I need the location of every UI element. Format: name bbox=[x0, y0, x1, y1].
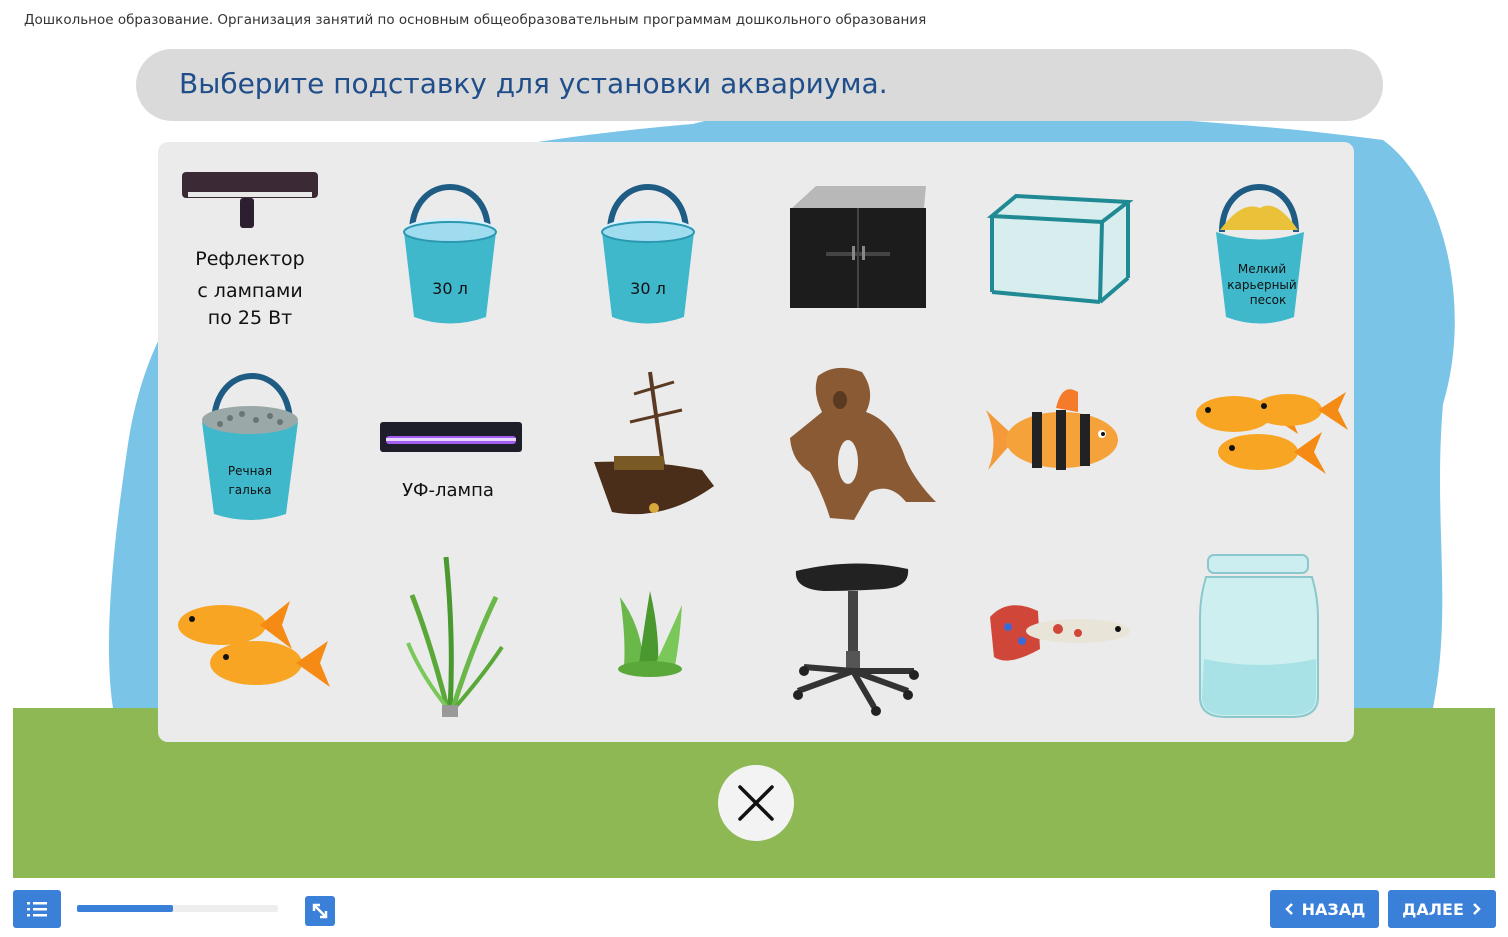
expand-button[interactable] bbox=[305, 896, 335, 926]
item-goldfish-group-1[interactable] bbox=[1170, 352, 1350, 532]
office-stool-icon bbox=[793, 563, 919, 716]
item-small-plant[interactable] bbox=[564, 547, 744, 727]
guppy-fish-icon bbox=[990, 605, 1130, 661]
progress-bar bbox=[77, 905, 278, 912]
question-text: Выберите подставку для установки аквариу… bbox=[179, 67, 888, 100]
chevron-left-icon bbox=[1284, 903, 1293, 915]
item-office-stool[interactable] bbox=[764, 547, 944, 727]
item-cabinet-stand[interactable] bbox=[768, 152, 948, 332]
water-bucket-2-label: 30 л bbox=[630, 279, 666, 298]
back-button[interactable]: НАЗАД bbox=[1270, 890, 1379, 928]
course-title: Дошкольное образование. Организация заня… bbox=[24, 12, 927, 28]
question-banner: Выберите подставку для установки аквариу… bbox=[136, 49, 1383, 121]
item-pebble-bucket[interactable]: Речная галька bbox=[160, 342, 340, 522]
close-button[interactable] bbox=[718, 765, 794, 841]
toc-button[interactable] bbox=[13, 890, 61, 928]
chevron-right-icon bbox=[1473, 903, 1481, 915]
list-icon bbox=[27, 902, 47, 917]
water-bucket-icon bbox=[403, 184, 497, 324]
aquarium-tank-icon bbox=[986, 193, 1134, 304]
reflector-label-3: по 25 Вт bbox=[207, 307, 293, 329]
item-sand-bucket[interactable]: Мелкий карьерный песок bbox=[1172, 152, 1352, 332]
pebble-bucket-icon bbox=[202, 373, 298, 520]
pebble-bucket-label-1: Речная bbox=[227, 464, 273, 478]
sand-bucket-label-1: Мелкий bbox=[1237, 262, 1287, 276]
sunken-ship-icon bbox=[594, 371, 714, 515]
item-water-bucket-2[interactable]: 30 л bbox=[558, 152, 738, 332]
pebble-bucket-label-2: галька bbox=[228, 483, 272, 497]
item-tall-plant[interactable] bbox=[362, 547, 542, 727]
uv-lamp-label: УФ-лампа bbox=[402, 480, 494, 501]
water-bucket-icon bbox=[601, 184, 695, 324]
slide-stage: Выберите подставку для установки аквариу… bbox=[13, 44, 1495, 878]
item-goldfish-group-2[interactable] bbox=[162, 547, 342, 727]
expand-icon bbox=[312, 903, 328, 919]
reflector-label-1: Рефлектор bbox=[195, 248, 305, 270]
item-water-bucket-1[interactable]: 30 л bbox=[360, 152, 540, 332]
items-panel: Рефлектор с лампами по 25 Вт 30 л 30 л М… bbox=[158, 142, 1354, 742]
progress-fill bbox=[77, 905, 174, 912]
item-glass-jar[interactable] bbox=[1170, 547, 1350, 727]
water-bucket-1-label: 30 л bbox=[432, 279, 468, 298]
goldfish-group-icon bbox=[1196, 392, 1348, 474]
item-reflector[interactable]: Рефлектор с лампами по 25 Вт bbox=[160, 152, 340, 332]
uv-lamp-icon bbox=[380, 422, 522, 452]
item-sunken-ship[interactable] bbox=[564, 352, 744, 532]
next-button[interactable]: ДАЛЕЕ bbox=[1388, 890, 1496, 928]
back-button-label: НАЗАД bbox=[1301, 899, 1366, 919]
item-guppy-fish[interactable] bbox=[968, 547, 1148, 727]
close-icon bbox=[738, 785, 774, 821]
small-plant-icon bbox=[618, 591, 682, 677]
sand-bucket-label-3: песок bbox=[1249, 293, 1287, 307]
glass-jar-icon bbox=[1199, 554, 1319, 718]
tall-plant-icon bbox=[406, 556, 504, 717]
driftwood-icon bbox=[790, 367, 936, 520]
tiger-fish-icon bbox=[986, 389, 1118, 470]
item-uv-lamp[interactable]: УФ-лампа bbox=[358, 370, 538, 550]
cabinet-stand-icon bbox=[790, 186, 926, 308]
item-glass-aquarium[interactable] bbox=[968, 152, 1148, 332]
sand-bucket-label-2: карьерный bbox=[1227, 278, 1297, 292]
goldfish-pair-icon bbox=[178, 601, 330, 687]
next-button-label: ДАЛЕЕ bbox=[1402, 899, 1464, 919]
item-tiger-barb-fish[interactable] bbox=[966, 352, 1146, 532]
reflector-label-2: с лампами bbox=[197, 280, 303, 302]
item-driftwood[interactable] bbox=[766, 352, 946, 532]
